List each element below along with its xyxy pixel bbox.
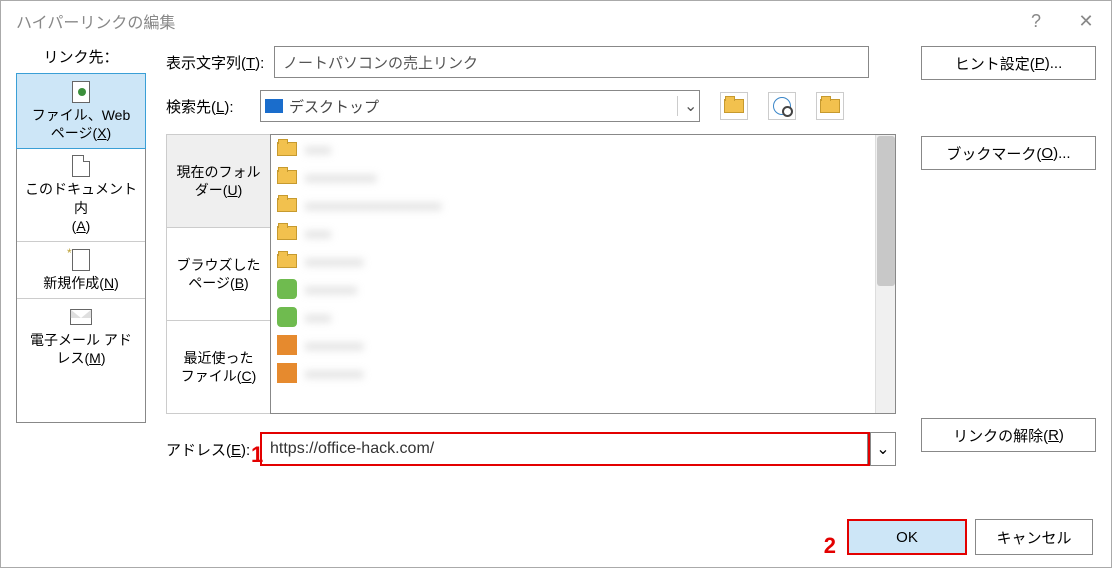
list-item[interactable]: xxxx — [271, 135, 895, 163]
browse-file-button[interactable] — [816, 92, 844, 120]
address-label: アドレス(E): — [166, 439, 254, 460]
globe-search-icon — [773, 97, 791, 115]
bookmark-button[interactable]: ブックマーク(O)... — [921, 136, 1096, 170]
sidebar-item-email[interactable]: 電子メール アド レス(M) — [17, 299, 145, 373]
up-folder-button[interactable] — [720, 92, 748, 120]
folder-icon — [277, 170, 297, 184]
sidebar-item-label: ファイル、Web — [32, 106, 131, 124]
folder-icon — [277, 198, 297, 212]
browse-tab-recent-files[interactable]: 最近使ったファイル(C) — [167, 321, 270, 413]
desktop-icon — [265, 99, 283, 113]
list-item[interactable]: xxxxxxxxx — [271, 247, 895, 275]
list-item[interactable]: xxxxxxxxx — [271, 359, 895, 387]
sidebar-item-create-new[interactable]: 新規作成(N) — [17, 242, 145, 299]
linkto-sidebar: ファイル、Web ページ(X) このドキュメント内 (A) 新規作成(N) 電子… — [16, 73, 146, 423]
sidebar-item-label: 電子メール アド — [30, 331, 132, 349]
sidebar-item-file-web[interactable]: ファイル、Web ページ(X) — [16, 73, 146, 149]
browse-web-button[interactable] — [768, 92, 796, 120]
list-item[interactable]: xxxx — [271, 303, 895, 331]
title-bar: ハイパーリンクの編集 ? ✕ — [1, 1, 1111, 41]
remove-link-button[interactable]: リンクの解除(R) — [921, 418, 1096, 452]
browse-tab-browsed-pages[interactable]: ブラウズしたページ(B) — [167, 228, 270, 321]
chevron-down-icon[interactable]: ⌄ — [677, 96, 695, 116]
ok-button[interactable]: OK — [847, 519, 967, 555]
sidebar-item-label: レス(M) — [56, 349, 105, 367]
annotation-marker-1: 1 — [251, 442, 263, 468]
list-item[interactable]: xxxxxxxxxxxxxxxxxxxxx — [271, 191, 895, 219]
folder-icon — [277, 226, 297, 240]
new-document-icon — [67, 248, 95, 272]
help-button[interactable]: ? — [1011, 1, 1061, 41]
screentip-button[interactable]: ヒント設定(P)... — [921, 46, 1096, 80]
sidebar-item-label: このドキュメント内 — [21, 180, 141, 216]
scrollbar-thumb[interactable] — [877, 136, 895, 286]
lookin-combo[interactable]: デスクトップ ⌄ — [260, 90, 700, 122]
file-icon — [277, 335, 297, 355]
folder-up-icon — [724, 99, 744, 113]
lookin-label: 検索先(L): — [166, 96, 254, 117]
scrollbar[interactable] — [875, 135, 895, 413]
dialog-title: ハイパーリンクの編集 — [16, 9, 175, 33]
sidebar-item-label: 新規作成(N) — [43, 274, 118, 292]
close-button[interactable]: ✕ — [1061, 1, 1111, 41]
list-item[interactable]: xxxxxxxxxxx — [271, 163, 895, 191]
lookin-value: デスクトップ — [289, 96, 677, 117]
list-item[interactable]: xxxxxxxxx — [271, 331, 895, 359]
browse-tabs: 現在のフォルダー(U) ブラウズしたページ(B) 最近使ったファイル(C) — [166, 134, 270, 414]
display-text-input[interactable] — [274, 46, 869, 78]
address-input[interactable] — [262, 434, 868, 464]
sidebar-item-label: (A) — [72, 217, 91, 235]
linkto-label: リンク先： — [43, 46, 118, 67]
file-list[interactable]: xxxx xxxxxxxxxxx xxxxxxxxxxxxxxxxxxxxx x… — [270, 134, 896, 414]
folder-icon — [277, 142, 297, 156]
app-icon — [277, 279, 297, 299]
address-dropdown[interactable]: ⌄ — [870, 432, 896, 466]
display-text-label: 表示文字列(T): — [166, 52, 268, 73]
dialog-footer: OK キャンセル — [1, 507, 1111, 567]
list-item[interactable]: xxxxxxxx — [271, 275, 895, 303]
app-icon — [277, 307, 297, 327]
document-icon — [67, 154, 95, 178]
mail-icon — [67, 305, 95, 329]
sidebar-item-label: ページ(X) — [51, 124, 111, 142]
folder-icon — [277, 254, 297, 268]
file-web-icon — [67, 80, 95, 104]
file-icon — [277, 363, 297, 383]
browse-tab-current-folder[interactable]: 現在のフォルダー(U) — [167, 135, 270, 228]
list-item[interactable]: xxxx — [271, 219, 895, 247]
cancel-button[interactable]: キャンセル — [975, 519, 1093, 555]
folder-open-icon — [820, 99, 840, 113]
sidebar-item-this-document[interactable]: このドキュメント内 (A) — [17, 148, 145, 242]
annotation-marker-2: 2 — [824, 533, 836, 559]
